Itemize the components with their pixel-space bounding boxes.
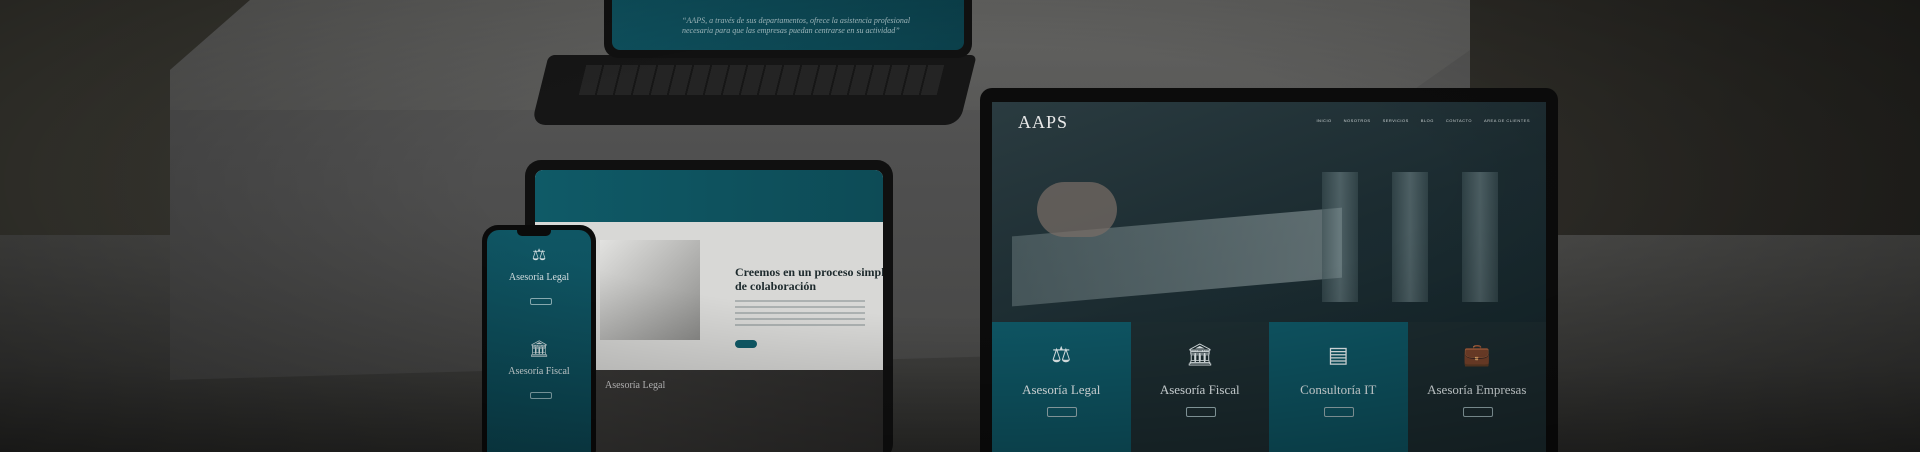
service-card-label: Consultoría IT bbox=[1300, 382, 1377, 397]
bank-icon: 🏛 bbox=[1185, 342, 1214, 367]
phone-item-button bbox=[530, 298, 552, 305]
hero-pillar bbox=[1322, 172, 1358, 302]
service-card: 🏛 Asesoría Fiscal bbox=[1130, 322, 1269, 452]
nav-item: BLOG bbox=[1420, 118, 1434, 123]
phone-item-label: Asesoría Legal bbox=[508, 272, 570, 283]
site-logo: AAPS bbox=[1018, 112, 1069, 132]
tablet-lower-label: Asesoría Legal bbox=[605, 380, 666, 391]
site-nav: INICIO NOSOTROS SERVICIOS BLOG CONTACTO … bbox=[1316, 118, 1530, 123]
nav-item: CONTACTO bbox=[1445, 118, 1472, 123]
phone-screen: ⚖ Asesoría Legal 🏛 Asesoría Fiscal bbox=[487, 230, 591, 452]
service-cards: ⚖ Asesoría Legal 🏛 Asesoría Fiscal ▤ Con… bbox=[992, 322, 1546, 452]
device-mockup-scene: “AAPS, a través de sus departamentos, of… bbox=[0, 0, 1920, 452]
laptop-screen: AAPS INICIO NOSOTROS SERVICIOS BLOG CONT… bbox=[992, 102, 1546, 452]
service-card-button bbox=[1185, 407, 1216, 417]
phone-item-label: Asesoría Fiscal bbox=[508, 366, 570, 377]
nav-item: INICIO bbox=[1316, 118, 1332, 123]
service-card-label: Asesoría Fiscal bbox=[1159, 382, 1240, 397]
tablet-more-button bbox=[735, 340, 757, 348]
tablet-top-quote: “AAPS, a través de sus departamentos, of… bbox=[682, 16, 911, 35]
tablet-header-band bbox=[535, 170, 883, 222]
scales-icon: ⚖ bbox=[531, 247, 547, 264]
hero-hand bbox=[1037, 182, 1117, 237]
tablet-keyboard bbox=[531, 55, 977, 125]
service-card-button bbox=[1324, 407, 1355, 417]
tablet-top: “AAPS, a través de sus departamentos, of… bbox=[604, 0, 972, 58]
phone: ⚖ Asesoría Legal 🏛 Asesoría Fiscal bbox=[482, 225, 596, 452]
tablet-top-screen: “AAPS, a través de sus departamentos, of… bbox=[612, 0, 964, 50]
tablet-body-text bbox=[735, 300, 865, 330]
tablet-photo bbox=[600, 240, 700, 340]
tablet-heading: Creemos en un proceso simple de colabora… bbox=[735, 265, 883, 293]
document-icon: ▤ bbox=[1327, 342, 1349, 367]
laptop: AAPS INICIO NOSOTROS SERVICIOS BLOG CONT… bbox=[980, 88, 1558, 452]
service-card: 💼 Asesoría Empresas bbox=[1407, 322, 1546, 452]
service-card-label: Asesoría Empresas bbox=[1427, 382, 1527, 397]
service-card-button bbox=[1462, 407, 1493, 417]
nav-item: AREA DE CLIENTES bbox=[1483, 118, 1530, 123]
phone-item-button bbox=[530, 392, 552, 399]
keyboard-keys bbox=[578, 65, 945, 95]
service-card-button bbox=[1047, 407, 1078, 417]
service-card: ⚖ Asesoría Legal bbox=[992, 322, 1131, 452]
service-card: ▤ Consultoría IT bbox=[1269, 322, 1408, 452]
hero-pillar bbox=[1392, 172, 1428, 302]
service-card-label: Asesoría Legal bbox=[1022, 382, 1101, 397]
nav-item: SERVICIOS bbox=[1382, 118, 1409, 123]
briefcase-icon: 💼 bbox=[1463, 342, 1491, 367]
bank-icon: 🏛 bbox=[529, 341, 550, 358]
phone-notch bbox=[517, 230, 551, 236]
nav-item: NOSOTROS bbox=[1343, 118, 1371, 123]
scales-icon: ⚖ bbox=[1051, 342, 1072, 367]
hero-pillar bbox=[1462, 172, 1498, 302]
